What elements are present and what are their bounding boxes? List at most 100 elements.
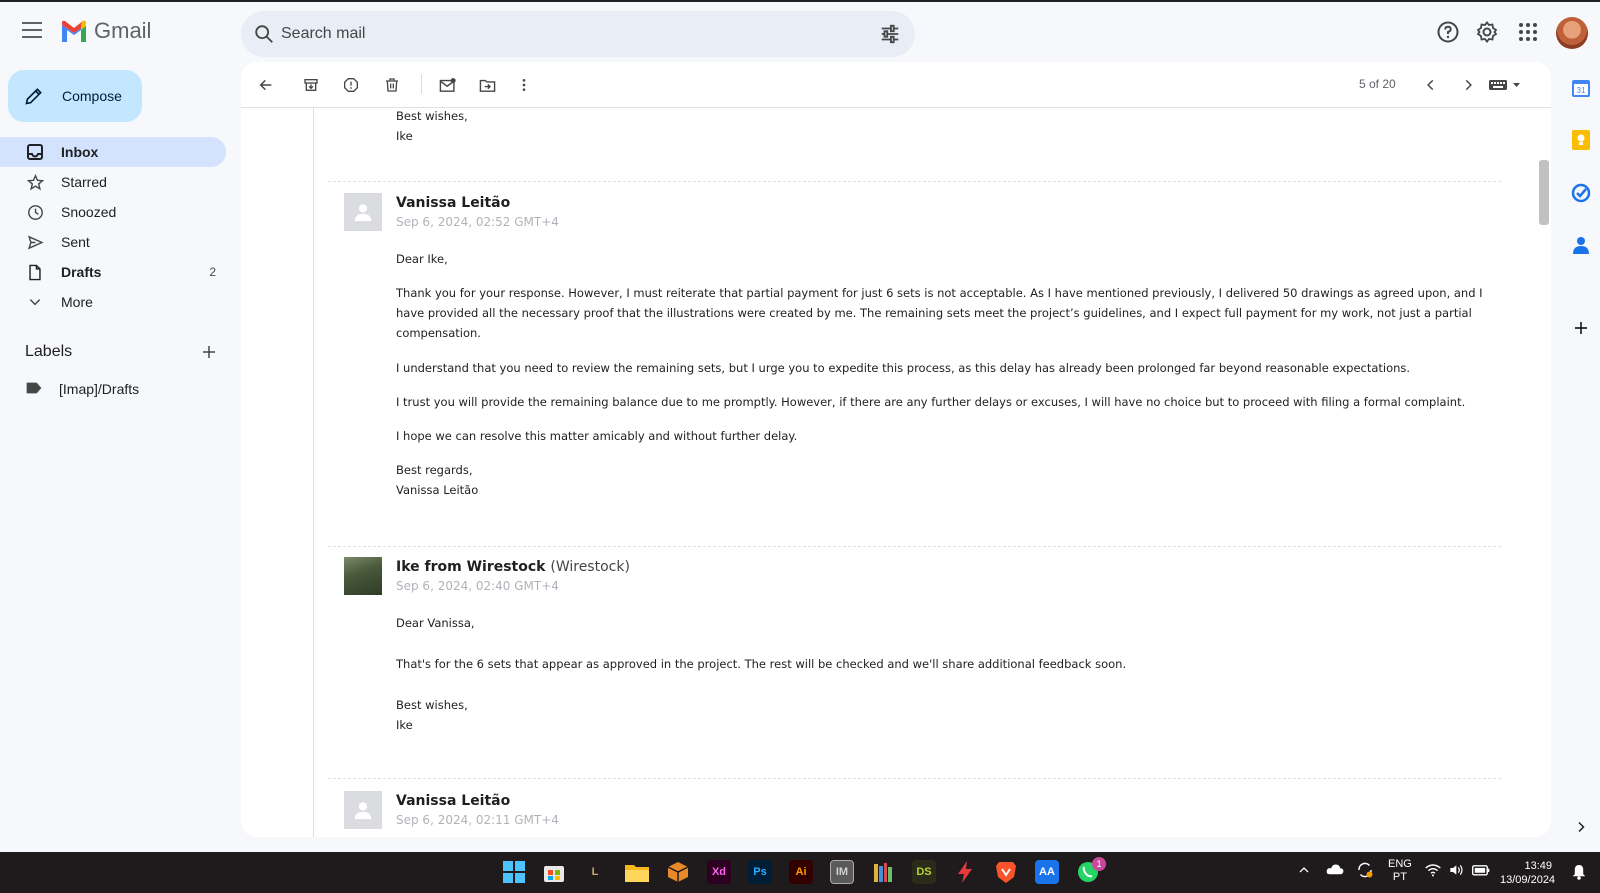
clock-date: 13/09/2024 (1500, 874, 1556, 886)
notification-bell-icon[interactable] (1572, 864, 1586, 883)
keep-notes-icon[interactable] (1570, 129, 1592, 151)
sidebar-item-label: Snoozed (61, 204, 117, 220)
more-options-icon[interactable] (513, 74, 535, 96)
onedrive-cloud-icon[interactable] (1326, 863, 1344, 878)
back-arrow-icon[interactable] (255, 74, 277, 96)
labels-heading: Labels (25, 343, 73, 360)
sidebar-item-label: Drafts (61, 264, 102, 280)
email-thread: Best wishes, Ike Vanissa Leitão Sep 6, 2… (241, 108, 1536, 837)
message-greeting: Dear Ike, (396, 252, 448, 266)
add-addon-icon[interactable] (1570, 317, 1592, 339)
microsoft-store-icon[interactable] (542, 860, 566, 884)
clock-time: 13:49 (1524, 860, 1552, 872)
adobe-xd-icon[interactable]: Xd (707, 860, 731, 884)
tasks-icon[interactable] (1570, 182, 1592, 204)
sidebar-item-drafts[interactable]: Drafts 2 (0, 257, 226, 287)
sidebar-label-imap-drafts[interactable]: [Imap]/Drafts (0, 374, 226, 404)
sender-avatar-placeholder[interactable] (344, 193, 382, 231)
message-paragraph: I trust you will provide the remaining b… (396, 395, 1466, 409)
help-icon[interactable] (1436, 20, 1460, 44)
sidebar-item-snoozed[interactable]: Snoozed (0, 197, 226, 227)
windows-start-icon[interactable] (502, 860, 526, 884)
gmail-logo[interactable]: Gmail (60, 18, 151, 44)
sync-icon[interactable] (1356, 861, 1374, 882)
report-spam-icon[interactable] (340, 74, 362, 96)
archive-icon[interactable] (300, 74, 322, 96)
newer-chevron-left-icon[interactable] (1420, 74, 1442, 96)
message-sender[interactable]: Vanissa Leitão (396, 195, 510, 211)
send-icon (26, 233, 44, 251)
sender-name: Vanissa Leitão (396, 793, 511, 809)
expand-side-panel-chevron-icon[interactable] (1570, 816, 1592, 838)
brave-browser-icon[interactable] (994, 860, 1018, 884)
clock[interactable]: 13:49 13/09/2024 (1500, 859, 1556, 887)
compose-button[interactable]: Compose (8, 70, 142, 122)
thread-scrollbar-thumb[interactable] (1539, 160, 1549, 225)
volume-icon[interactable] (1449, 863, 1465, 880)
mark-unread-icon[interactable] (436, 74, 458, 96)
gmail-m-icon (62, 20, 86, 42)
label-icon (26, 381, 42, 398)
sidebar-item-more[interactable]: More (0, 287, 226, 317)
sidebar-item-sent[interactable]: Sent (0, 227, 226, 257)
show-hidden-icons-chevron-icon[interactable] (1298, 864, 1310, 879)
search-icon[interactable] (253, 23, 275, 45)
sender-avatar-photo[interactable] (344, 557, 382, 595)
svg-text:31: 31 (1577, 86, 1586, 95)
sidebar-nav: Inbox Starred Snoozed Sent Drafts 2 More (0, 137, 226, 317)
photo-app-icon[interactable]: AA (1035, 860, 1059, 884)
adobe-photoshop-icon[interactable]: Ps (748, 860, 772, 884)
contacts-icon[interactable] (1570, 234, 1592, 256)
pencil-icon (25, 88, 42, 105)
sender-avatar-placeholder[interactable] (344, 791, 382, 829)
message-separator (328, 546, 1501, 547)
person-icon (354, 802, 372, 820)
ds-app-icon[interactable]: DS (912, 860, 936, 884)
message-sender[interactable]: Vanissa Leitão (396, 793, 510, 809)
search-input[interactable] (281, 11, 841, 57)
sender-name: Vanissa Leitão (396, 195, 511, 211)
whatsapp-notification-badge: 1 (1092, 857, 1106, 871)
league-of-legends-icon[interactable]: L (583, 860, 607, 884)
sidebar-label-text: [Imap]/Drafts (59, 381, 140, 397)
sidebar-item-inbox[interactable]: Inbox (0, 137, 226, 167)
message-date: Sep 6, 2024, 02:40 GMT+4 (396, 579, 559, 593)
windows-taskbar: L Xd Ps Ai IM DS AA 1 ENG PT 13:49 13/09/2… (0, 852, 1600, 893)
wifi-icon[interactable] (1425, 863, 1441, 880)
account-avatar[interactable] (1556, 17, 1588, 49)
flash-app-icon[interactable] (953, 860, 977, 884)
library-books-icon[interactable] (871, 860, 895, 884)
region-code: PT (1392, 871, 1407, 883)
google-apps-icon[interactable] (1516, 20, 1540, 44)
older-chevron-right-icon[interactable] (1457, 74, 1479, 96)
message-separator (328, 778, 1501, 779)
move-to-folder-icon[interactable] (476, 74, 498, 96)
message-date: Sep 6, 2024, 02:11 GMT+4 (396, 813, 559, 827)
im-app-icon[interactable]: IM (830, 860, 854, 884)
sidebar-item-label: More (61, 294, 93, 310)
delete-icon[interactable] (381, 74, 403, 96)
calendar-icon[interactable]: 31 (1570, 77, 1592, 99)
inbox-icon (26, 143, 44, 161)
search-bar[interactable] (241, 11, 915, 57)
sidebar-item-starred[interactable]: Starred (0, 167, 226, 197)
message-signature: Vanissa Leitão (396, 483, 479, 497)
thread-left-border (313, 108, 314, 837)
adobe-illustrator-icon[interactable]: Ai (789, 860, 813, 884)
sidebar-item-label: Inbox (61, 144, 99, 160)
search-options-icon[interactable] (879, 23, 901, 45)
main-menu-icon[interactable] (22, 22, 42, 38)
message-pane: 5 of 20 Best wishes, Ike Vanissa Leitão … (241, 62, 1551, 837)
language-code: ENG (1388, 858, 1412, 870)
settings-gear-icon[interactable] (1475, 20, 1499, 44)
message-sender[interactable]: Ike from Wirestock (Wirestock) (396, 559, 630, 575)
battery-icon[interactable] (1472, 863, 1490, 880)
box-app-icon[interactable] (666, 860, 690, 884)
previous-message-closing: Best wishes, (396, 109, 468, 123)
file-explorer-icon[interactable] (625, 860, 649, 884)
input-tools-keyboard-icon[interactable] (1486, 74, 1526, 96)
app-name: Gmail (94, 18, 152, 43)
header: Gmail (0, 2, 1600, 62)
language-indicator[interactable]: ENG PT (1388, 858, 1412, 884)
add-label-icon[interactable] (200, 343, 218, 361)
